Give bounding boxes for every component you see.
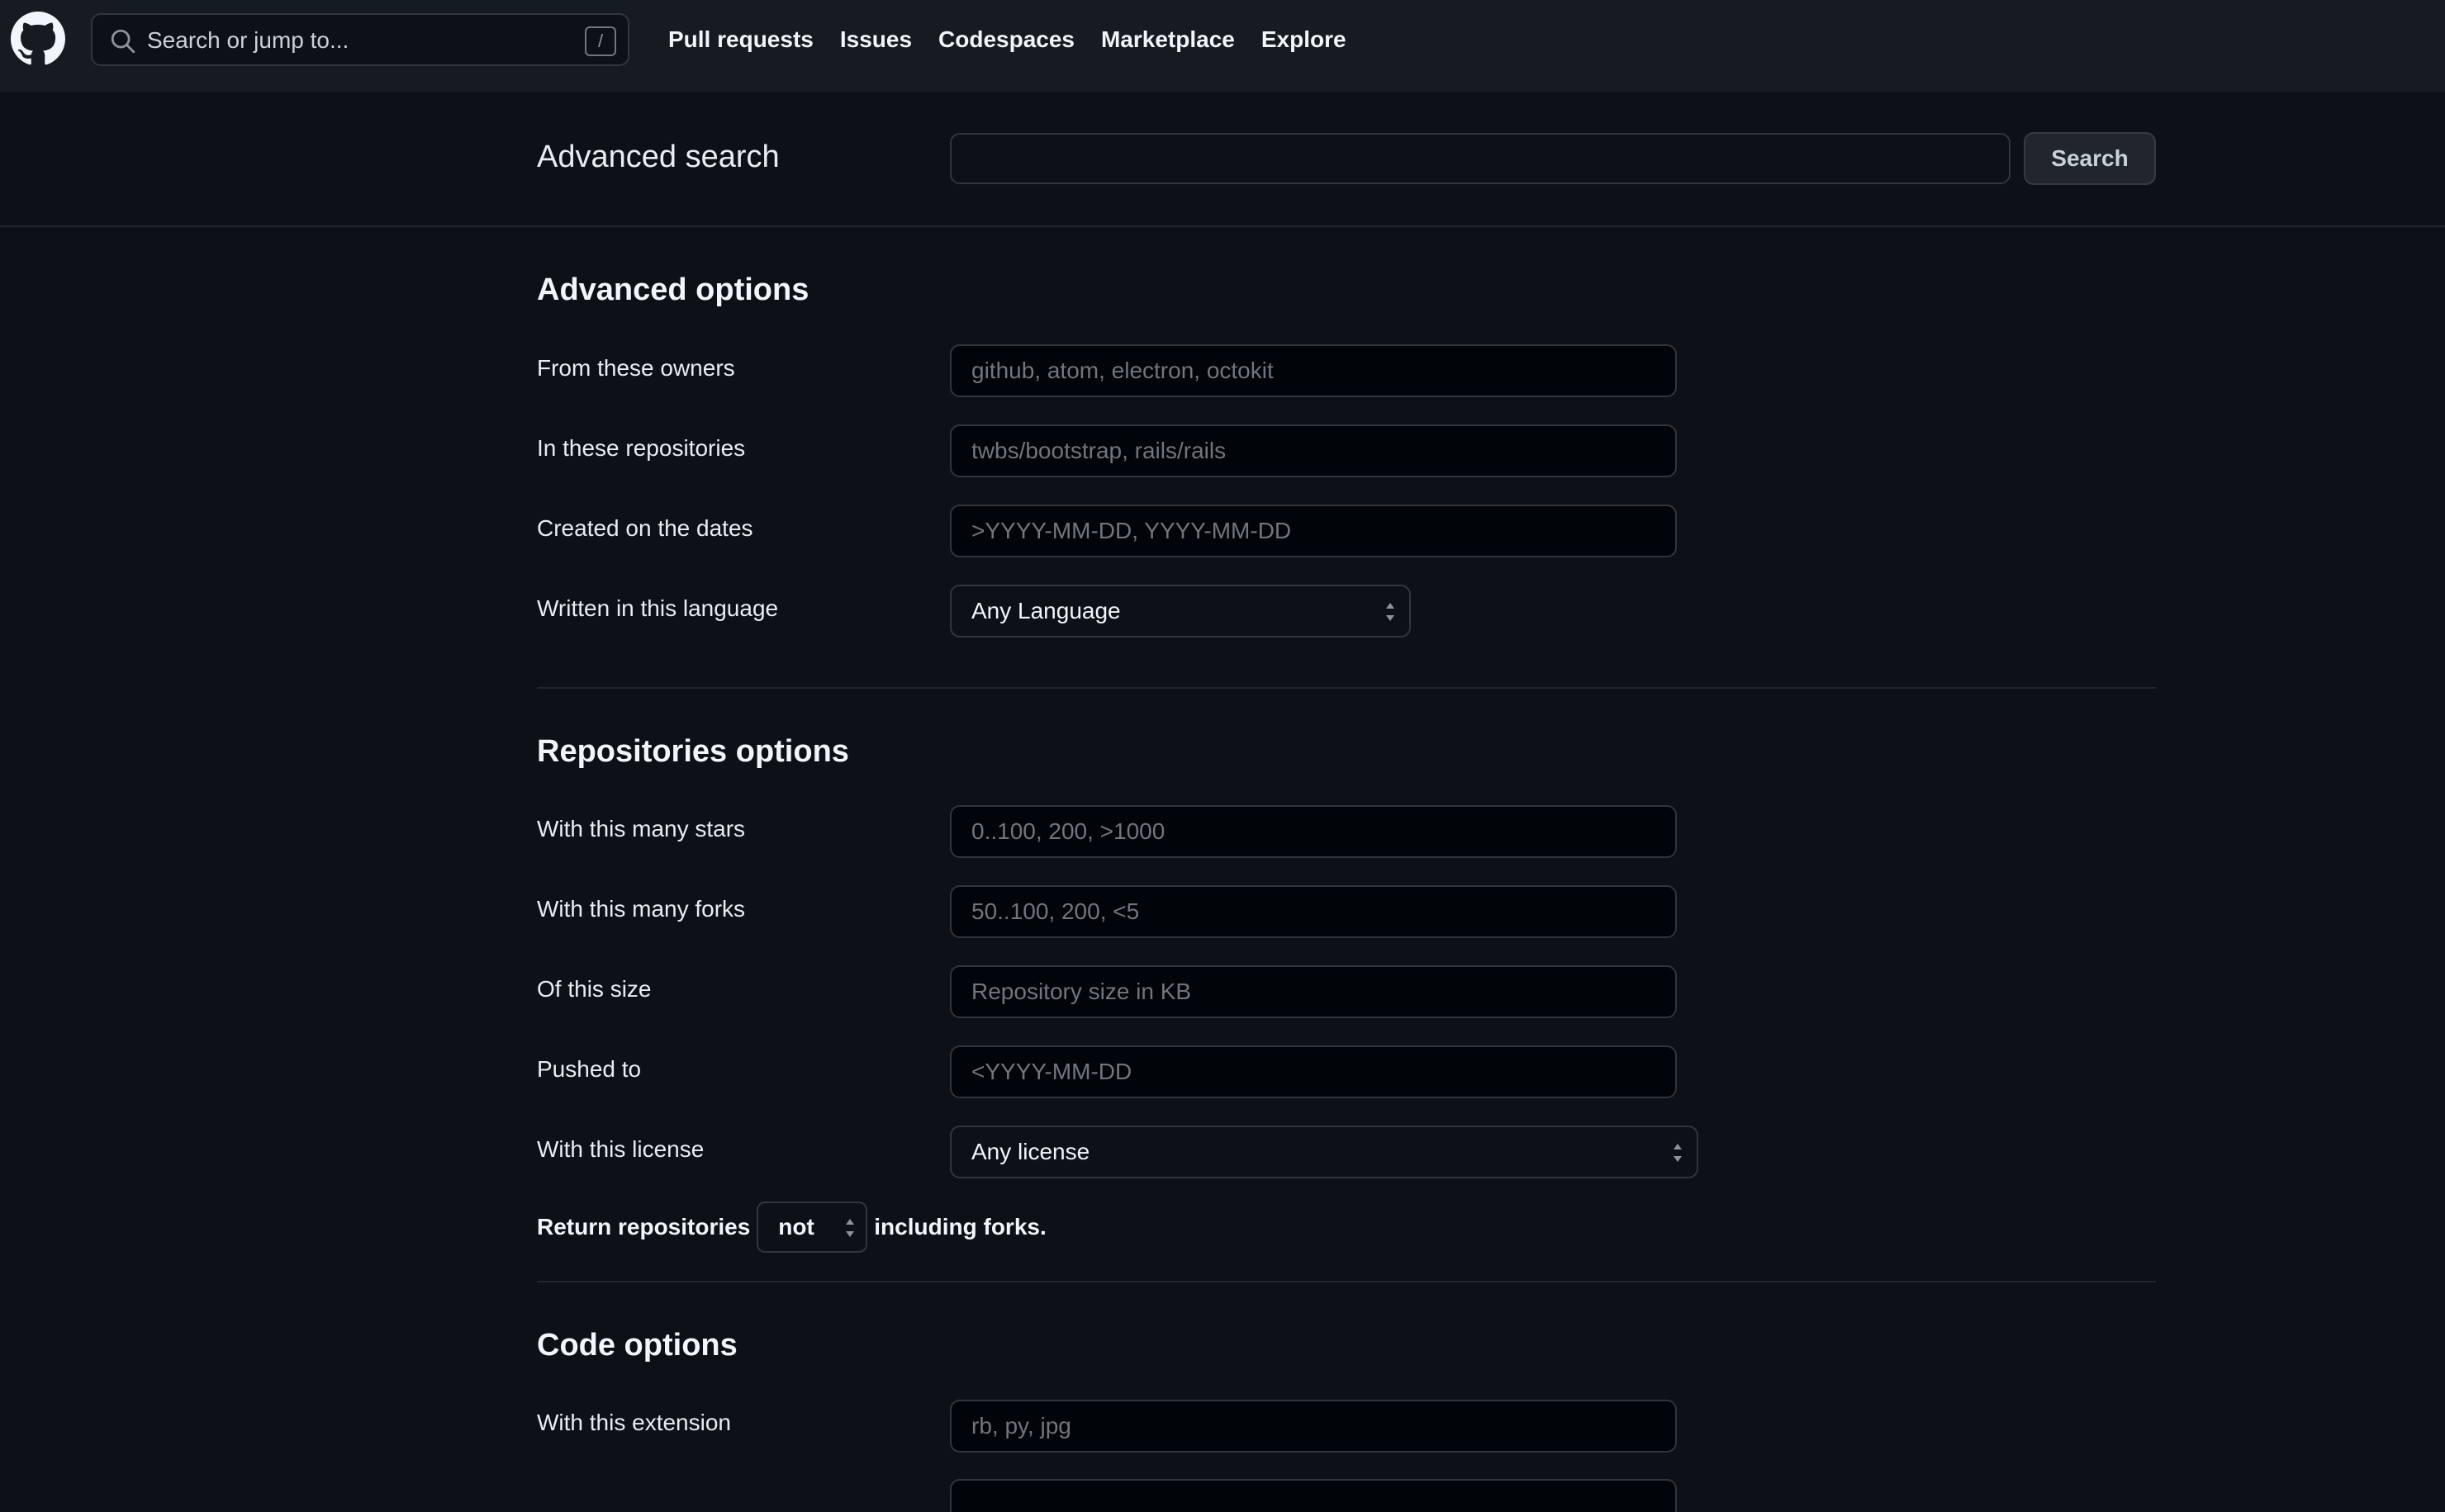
page-title: Advanced search xyxy=(537,140,780,174)
nav-marketplace[interactable]: Marketplace xyxy=(1101,26,1235,53)
forks-inclusion-select[interactable]: not xyxy=(757,1202,868,1253)
section-divider xyxy=(537,687,2156,689)
dates-label: Created on the dates xyxy=(537,515,753,541)
stars-label: With this many stars xyxy=(537,816,746,841)
size-input[interactable] xyxy=(952,967,1675,1017)
language-select[interactable]: Any Language xyxy=(950,585,1411,638)
return-repositories-label: Return repositories xyxy=(537,1214,751,1239)
dates-input[interactable] xyxy=(952,506,1675,556)
pushed-input[interactable] xyxy=(952,1047,1675,1097)
nav-codespaces[interactable]: Codespaces xyxy=(938,26,1075,53)
primary-nav: Pull requests Issues Codespaces Marketpl… xyxy=(668,0,1373,79)
repositories-label: In these repositories xyxy=(537,435,746,461)
next-code-field[interactable] xyxy=(950,1479,1677,1512)
github-logo-icon[interactable] xyxy=(11,12,65,66)
advanced-search-bar: Advanced search Search xyxy=(0,92,2445,227)
stars-field[interactable] xyxy=(950,805,1677,858)
nav-pull-requests[interactable]: Pull requests xyxy=(668,26,814,53)
size-label: Of this size xyxy=(537,976,652,1002)
nav-explore[interactable]: Explore xyxy=(1261,26,1346,53)
repositories-field[interactable] xyxy=(950,424,1677,477)
extension-input[interactable] xyxy=(952,1401,1675,1451)
extension-label: With this extension xyxy=(537,1410,731,1435)
search-icon xyxy=(109,27,137,55)
pushed-label: Pushed to xyxy=(537,1056,642,1082)
forks-input[interactable] xyxy=(952,887,1675,936)
advanced-search-query-input[interactable] xyxy=(950,133,2011,184)
license-label: With this license xyxy=(537,1136,705,1162)
extension-field[interactable] xyxy=(950,1400,1677,1453)
code-options-heading: Code options xyxy=(537,1328,738,1363)
global-search-input[interactable]: Search or jump to... / xyxy=(91,13,629,66)
language-select-value: Any Language xyxy=(971,598,1121,623)
forks-label: With this many forks xyxy=(537,896,746,922)
size-field[interactable] xyxy=(950,965,1677,1018)
section-divider xyxy=(537,1281,2156,1282)
including-forks-label: including forks. xyxy=(874,1214,1047,1239)
select-arrows-icon xyxy=(1672,1142,1683,1164)
owners-field[interactable] xyxy=(950,344,1677,397)
license-select[interactable]: Any license xyxy=(950,1126,1698,1178)
nav-issues[interactable]: Issues xyxy=(840,26,912,53)
select-arrows-icon xyxy=(844,1217,856,1239)
language-label: Written in this language xyxy=(537,595,779,621)
dates-field[interactable] xyxy=(950,505,1677,557)
select-arrows-icon xyxy=(1384,601,1396,623)
owners-label: From these owners xyxy=(537,355,735,381)
stars-input[interactable] xyxy=(952,807,1675,856)
search-placeholder: Search or jump to... xyxy=(147,27,349,53)
owners-input[interactable] xyxy=(952,346,1675,396)
search-button[interactable]: Search xyxy=(2024,132,2156,185)
slash-shortcut-key: / xyxy=(585,26,616,56)
include-forks-row: Return repositories not including forks. xyxy=(537,1202,1047,1253)
forks-inclusion-value: not xyxy=(778,1214,814,1239)
forks-field[interactable] xyxy=(950,885,1677,938)
advanced-options-heading: Advanced options xyxy=(537,273,809,307)
repositories-options-heading: Repositories options xyxy=(537,734,849,769)
pushed-field[interactable] xyxy=(950,1045,1677,1098)
top-header: Search or jump to... / Pull requests Iss… xyxy=(0,0,2445,92)
repositories-input[interactable] xyxy=(952,426,1675,476)
license-select-value: Any license xyxy=(971,1139,1090,1164)
